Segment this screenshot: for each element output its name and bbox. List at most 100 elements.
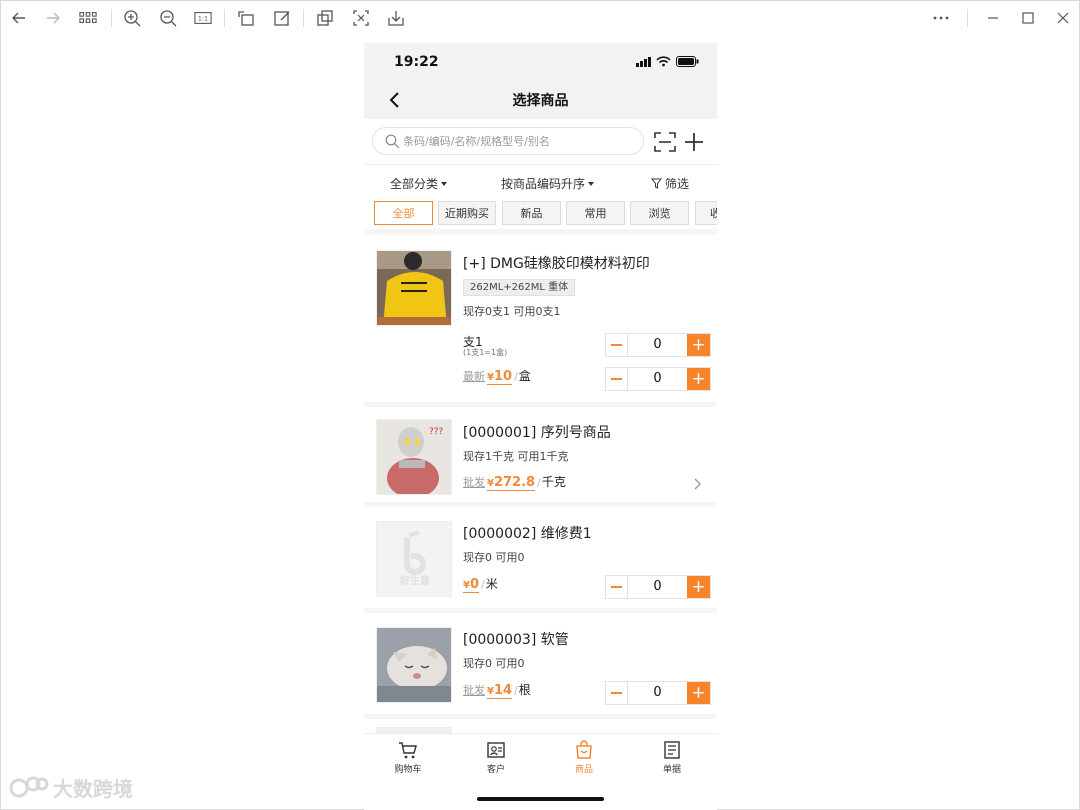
nav-bar: 选择商品 [364, 83, 717, 119]
zoom-in-icon[interactable] [120, 7, 144, 29]
tab-documents[interactable]: 单据 [628, 740, 716, 775]
quantity-stepper: 0 + [605, 333, 711, 357]
price-label: 最新 [463, 370, 485, 383]
grid-view-icon[interactable] [76, 7, 100, 29]
quantity-value[interactable]: 0 [628, 334, 687, 356]
price-unit: 盒 [518, 369, 531, 383]
filter-bar: 全部分类 按商品编码升序 筛选 [364, 167, 717, 199]
bottom-tab-bar: 购物车 客户 商品 单据 [364, 733, 717, 783]
tab-all[interactable]: 全部 [374, 201, 433, 225]
product-spec: 262ML+262ML 重体 [463, 279, 576, 296]
filter-label: 筛选 [665, 177, 690, 191]
list-item[interactable]: ??? [0000001] 序列号商品 现存1千克 可用1千克 批发 ¥272.… [364, 407, 717, 507]
watermark: 大数跨境 [9, 773, 133, 802]
tab-cart-label: 购物车 [394, 765, 422, 775]
tab-documents-label: 单据 [662, 765, 681, 775]
scan-icon[interactable] [654, 131, 676, 153]
download-icon[interactable] [384, 7, 408, 29]
category-label: 全部分类 [390, 177, 439, 191]
product-name: [0000003] 软管 [463, 632, 569, 648]
edit-icon[interactable] [270, 7, 294, 29]
forward-arrow-icon[interactable] [41, 7, 65, 29]
decrease-button[interactable] [606, 334, 628, 356]
increase-button[interactable]: + [687, 682, 710, 704]
quantity-stepper: 0 + [605, 575, 711, 599]
product-thumbnail-placeholder: 好生意 [376, 521, 452, 597]
tab-favorite[interactable]: 收 [695, 201, 717, 225]
price-value: ¥272.8 [487, 475, 536, 491]
price-unit: 米 [485, 577, 498, 591]
tab-products[interactable]: 商品 [540, 740, 628, 775]
sort-dropdown[interactable]: 按商品编码升序 [501, 175, 595, 192]
more-options-icon[interactable] [929, 7, 953, 29]
price-label: 批发 [463, 684, 485, 697]
search-input[interactable] [403, 131, 633, 151]
rotate-icon[interactable] [234, 7, 258, 29]
price-value: ¥10 [487, 369, 513, 385]
tab-customer[interactable]: 客户 [452, 740, 540, 775]
add-icon[interactable] [682, 130, 706, 154]
contact-card-icon [487, 742, 505, 758]
search-icon [385, 134, 400, 149]
price-value: ¥14 [487, 683, 513, 699]
filter-button[interactable]: 筛选 [651, 175, 689, 192]
search-row [364, 119, 717, 165]
battery-icon [676, 56, 699, 67]
minimize-icon[interactable] [981, 7, 1005, 29]
increase-button[interactable]: + [687, 576, 710, 598]
back-arrow-icon[interactable] [7, 7, 31, 29]
tab-recent[interactable]: 近期购买 [438, 201, 496, 225]
tab-products-label: 商品 [574, 765, 593, 775]
image-viewer-window: 1:1 19:22 选择商品 条码/编码/名称/规格型号/别名 全部分类 按商品… [0, 0, 1080, 810]
list-item[interactable]: [+] DMG硅橡胶印模材料初印 262ML+262ML 重体 现存0支1 可用… [364, 239, 717, 407]
price-unit: 千克 [541, 475, 566, 489]
list-item[interactable]: [0000003] 软管 现存0 可用0 批发 ¥14 / 根 0 + [364, 613, 717, 719]
increase-button[interactable]: + [687, 368, 710, 390]
currency-symbol: ¥ [463, 580, 470, 591]
caret-down-icon [588, 181, 595, 186]
wifi-icon [656, 56, 671, 67]
product-stock: 现存0 可用0 [463, 551, 525, 564]
decrease-button[interactable] [606, 368, 628, 390]
quantity-value[interactable]: 0 [628, 682, 687, 704]
list-item[interactable]: 好生意 [0000002] 维修费1 现存0 可用0 ¥0 / 米 0 + [364, 507, 717, 613]
increase-button[interactable]: + [687, 334, 710, 356]
price-unit: 根 [518, 683, 531, 697]
svg-text:好生意: 好生意 [399, 574, 430, 587]
product-thumbnail [376, 250, 452, 326]
decrease-button[interactable] [606, 576, 628, 598]
category-dropdown[interactable]: 全部分类 [390, 175, 448, 192]
placeholder-logo-icon: 好生意 [377, 522, 451, 596]
product-stock: 现存0支1 可用0支1 [463, 305, 561, 318]
copy-image-icon[interactable] [313, 7, 337, 29]
tab-customer-label: 客户 [486, 765, 505, 775]
extract-text-icon[interactable] [349, 7, 373, 29]
quantity-stepper: 0 + [605, 367, 711, 391]
price-label: 批发 [463, 476, 485, 489]
svg-text:1:1: 1:1 [198, 16, 208, 23]
tab-browse[interactable]: 浏览 [630, 201, 689, 225]
maximize-icon[interactable] [1016, 7, 1040, 29]
zoom-out-icon[interactable] [156, 7, 180, 29]
product-name: [0000002] 维修费1 [463, 526, 592, 542]
caret-down-icon [441, 181, 448, 186]
product-stock: 现存0 可用0 [463, 657, 525, 670]
price-row: 最新 ¥10 / 盒 [463, 369, 531, 385]
quantity-stepper: 0 + [605, 681, 711, 705]
decrease-button[interactable] [606, 682, 628, 704]
product-name: [+] DMG硅橡胶印模材料初印 [463, 256, 650, 272]
quantity-value[interactable]: 0 [628, 368, 687, 390]
quantity-value[interactable]: 0 [628, 576, 687, 598]
filter-icon [651, 178, 662, 189]
tab-new[interactable]: 新品 [502, 201, 561, 225]
price-row: ¥0 / 米 [463, 577, 498, 593]
actual-size-icon[interactable]: 1:1 [191, 7, 215, 29]
tab-common[interactable]: 常用 [566, 201, 625, 225]
status-bar: 19:22 [364, 43, 717, 83]
product-thumbnail: ??? [376, 419, 452, 495]
search-box[interactable] [372, 127, 644, 155]
chevron-right-icon[interactable] [691, 477, 703, 491]
tab-cart[interactable]: 购物车 [364, 740, 452, 775]
currency-symbol: ¥ [487, 478, 494, 489]
close-icon[interactable] [1051, 7, 1075, 29]
